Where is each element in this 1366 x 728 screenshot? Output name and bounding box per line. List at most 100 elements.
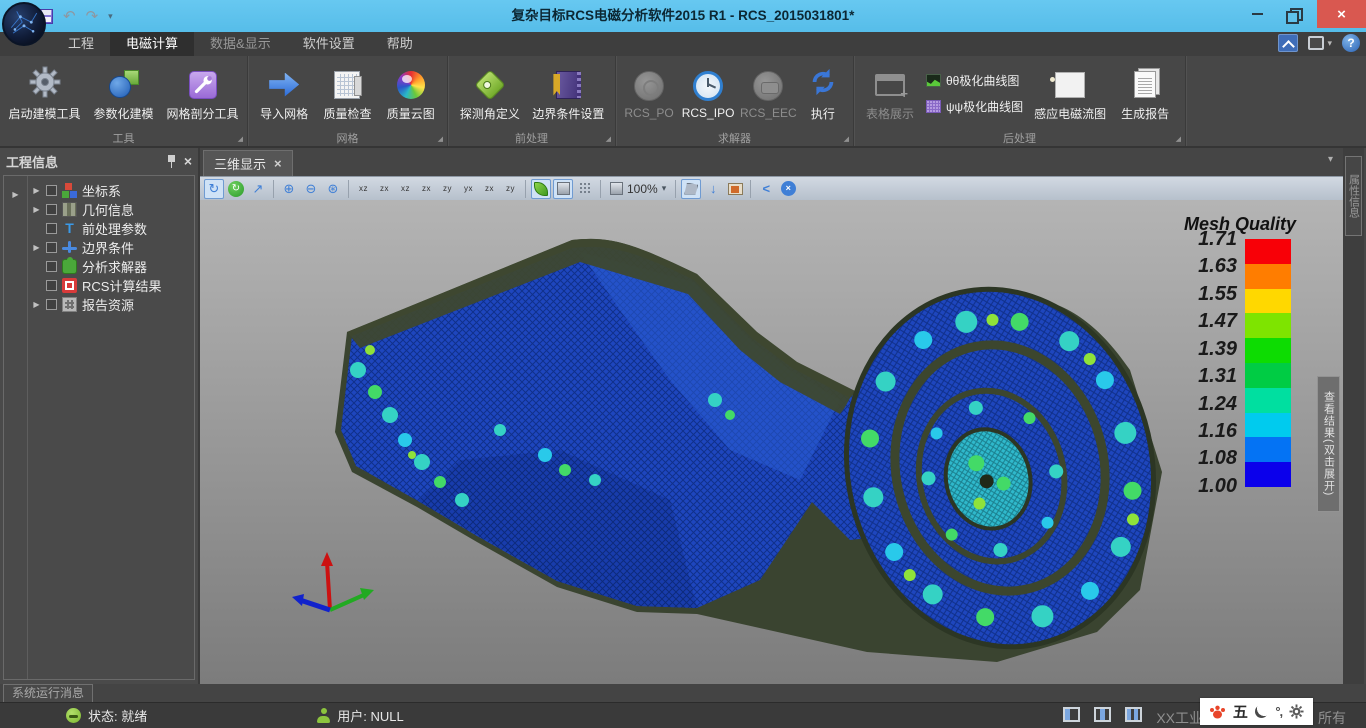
view-iso2-button[interactable]: zy [501, 179, 520, 198]
expander-icon[interactable]: ▶ [32, 205, 41, 214]
dialog-launcher-icon[interactable]: ◢ [606, 135, 611, 143]
close-button[interactable]: × [1317, 0, 1366, 28]
share-button[interactable]: < [756, 179, 776, 199]
expander-icon[interactable]: ▶ [32, 300, 41, 309]
view-zx2-button[interactable]: zx [417, 179, 436, 198]
checkbox[interactable] [46, 242, 57, 253]
orbit-button[interactable]: ↻ [226, 179, 246, 199]
induced-current-map-button[interactable]: 感应电磁流图 [1029, 66, 1111, 122]
rcs-ipo-button[interactable]: RCS_IPO [678, 67, 738, 120]
layout-split-pane-icon[interactable] [1125, 707, 1142, 722]
checkbox[interactable] [46, 185, 57, 196]
dialog-launcher-icon[interactable]: ◢ [238, 135, 243, 143]
rcs-po-button[interactable]: RCS_PO [622, 67, 676, 120]
parametric-modeling-button[interactable]: 参数化建模 [85, 66, 162, 122]
purple-grid-icon [926, 100, 941, 113]
zoom-in-button[interactable]: ⊕ [279, 179, 299, 199]
tree-item-geometry-info[interactable]: ▶ 几何信息 [28, 200, 194, 219]
expander-icon[interactable]: ▶ [32, 186, 41, 195]
quality-check-button[interactable]: 质量检查 [316, 66, 378, 122]
tree-item-preprocess-params[interactable]: T 前处理参数 [28, 219, 194, 238]
tree-item-solver[interactable]: 分析求解器 [28, 257, 194, 276]
layout-left-pane-icon[interactable] [1063, 707, 1080, 722]
view-xz-button[interactable]: xz [354, 179, 373, 198]
table-display-button[interactable]: 表格展示 [860, 66, 920, 122]
window-style-button[interactable]: ▾ [1308, 36, 1332, 50]
view-zy-button[interactable]: zy [438, 179, 457, 198]
view-results-collapsed-tab[interactable]: 查看结果(双击展开) [1317, 376, 1340, 512]
execute-button[interactable]: 执行 [799, 66, 847, 122]
titlebar[interactable]: ↶ ↷ ▾ 复杂目标RCS电磁分析软件2015 R1 - RCS_2015031… [0, 0, 1366, 32]
dialog-launcher-icon[interactable]: ◢ [844, 135, 849, 143]
tab-settings[interactable]: 软件设置 [287, 32, 371, 56]
collapse-ribbon-icon[interactable] [1278, 34, 1298, 52]
surface-view-button[interactable] [553, 179, 573, 199]
drop-button[interactable]: ↓ [703, 179, 723, 199]
pan-button[interactable]: ↗ [248, 179, 268, 199]
quality-cloud-button[interactable]: 质量云图 [381, 66, 441, 122]
legend-labels: 1.71 1.63 1.55 1.47 1.39 1.31 1.24 1.16 … [1179, 239, 1239, 487]
tab-help[interactable]: 帮助 [371, 32, 429, 56]
boundary-settings-button[interactable]: 边界条件设置 [528, 66, 609, 122]
style-dropdown-icon: ▾ [1327, 38, 1332, 49]
tab-close-icon[interactable]: × [274, 156, 282, 171]
ime-settings-gear-icon[interactable] [1289, 704, 1304, 719]
ime-punct-icon[interactable]: °, [1275, 704, 1282, 719]
region-select-button[interactable] [681, 179, 701, 199]
viewport-3d[interactable]: Mesh Quality [200, 200, 1343, 684]
layout-center-pane-icon[interactable] [1094, 707, 1111, 722]
view-xz2-button[interactable]: xz [396, 179, 415, 198]
probe-angle-button[interactable]: 探测角定义 [454, 66, 526, 122]
tree-item-report-resources[interactable]: ▶ 报告资源 [28, 295, 194, 314]
system-messages-tab[interactable]: 系统运行消息 [3, 684, 93, 702]
import-mesh-button[interactable]: 导入网格 [254, 66, 314, 122]
help-icon[interactable]: ? [1342, 34, 1360, 52]
view-yx-button[interactable]: yx [459, 179, 478, 198]
launch-modeling-tool-button[interactable]: 启动建模工具 [6, 66, 83, 122]
root-expander-icon[interactable]: ▶ [12, 190, 18, 199]
ime-wubi-mode[interactable]: 五 [1233, 701, 1248, 722]
zoom-fit-button[interactable]: ⊛ [323, 179, 343, 199]
tree-item-rcs-results[interactable]: RCS计算结果 [28, 276, 194, 295]
meshing-tool-button[interactable]: 网格剖分工具 [164, 66, 241, 122]
zoom-out-button[interactable]: ⊖ [301, 179, 321, 199]
ime-toolbar[interactable]: 五 °, [1200, 698, 1313, 725]
property-info-tab[interactable]: 属性信息 [1345, 156, 1362, 236]
generate-report-button[interactable]: 生成报告 [1113, 66, 1177, 122]
gray-disc-icon [634, 71, 664, 101]
app-logo-icon[interactable] [2, 2, 46, 46]
pin-icon[interactable] [166, 154, 178, 168]
panel-close-icon[interactable]: × [184, 154, 192, 168]
tab-data-display[interactable]: 数据&显示 [194, 32, 287, 56]
tab-3d-display[interactable]: 三维显示 × [203, 150, 293, 176]
theta-polar-curve-button[interactable]: θθ极化曲线图 [922, 70, 1027, 92]
dialog-launcher-icon[interactable]: ◢ [1176, 135, 1181, 143]
zoom-level-select[interactable]: 100% ▾ [606, 182, 670, 196]
tree-item-coordinate-system[interactable]: ▶ 坐标系 [28, 181, 194, 200]
checkbox[interactable] [46, 261, 57, 272]
psi-polar-curve-button[interactable]: ψψ极化曲线图 [922, 96, 1027, 118]
green-chart-icon [926, 74, 941, 87]
checkbox[interactable] [46, 299, 57, 310]
tab-em-compute[interactable]: 电磁计算 [110, 32, 194, 56]
shaded-view-button[interactable] [531, 179, 551, 199]
checkbox[interactable] [46, 223, 57, 234]
checkbox[interactable] [46, 280, 57, 291]
tree-item-boundary-conditions[interactable]: ▶ 边界条件 [28, 238, 194, 257]
view-zx-button[interactable]: zx [375, 179, 394, 198]
tab-list-dropdown-icon[interactable]: ▾ [1328, 154, 1333, 165]
expander-icon[interactable]: ▶ [32, 243, 41, 252]
checkbox[interactable] [46, 204, 57, 215]
restore-button[interactable] [1277, 0, 1317, 28]
tab-project[interactable]: 工程 [52, 32, 110, 56]
clear-button[interactable]: × [778, 179, 798, 199]
ime-fullhalf-icon[interactable] [1255, 705, 1268, 718]
rcs-eec-button[interactable]: RCS_EEC [740, 67, 797, 120]
rotate-button[interactable]: ↻ [204, 179, 224, 199]
view-iso1-button[interactable]: zx [480, 179, 499, 198]
ime-paw-icon[interactable] [1209, 704, 1226, 720]
minimize-button[interactable] [1237, 0, 1277, 28]
dialog-launcher-icon[interactable]: ◢ [438, 135, 443, 143]
points-view-button[interactable] [575, 179, 595, 199]
capture-button[interactable] [725, 179, 745, 199]
